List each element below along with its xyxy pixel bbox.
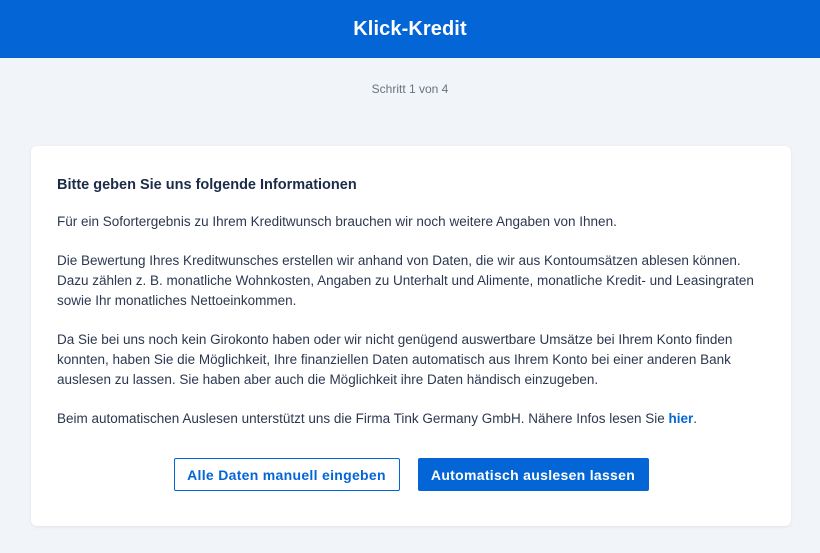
more-info-link[interactable]: hier <box>669 411 694 426</box>
app-header: Klick-Kredit <box>0 0 820 58</box>
intro-paragraph: Für ein Sofortergebnis zu Ihrem Kreditwu… <box>57 214 617 229</box>
tink-info-period: . <box>693 411 698 426</box>
card-heading: Bitte geben Sie uns folgende Information… <box>57 177 357 193</box>
manual-entry-button[interactable]: Alle Daten manuell eingeben <box>173 458 400 491</box>
tink-info-paragraph: Beim automatischen Auslesen unterstützt … <box>57 409 765 429</box>
step-indicator: Schritt 1 von 4 <box>371 82 449 96</box>
tink-info-text: Beim automatischen Auslesen unterstützt … <box>57 411 669 426</box>
evaluation-paragraph: Die Bewertung Ihres Kreditwunsches erste… <box>57 253 754 308</box>
app-title: Klick-Kredit <box>353 17 467 40</box>
info-card: Bitte geben Sie uns folgende Information… <box>31 146 791 526</box>
automatic-read-button[interactable]: Automatisch auslesen lassen <box>417 458 649 491</box>
options-paragraph: Da Sie bei uns noch kein Girokonto haben… <box>57 332 733 387</box>
action-buttons: Alle Daten manuell eingeben Automatisch … <box>31 458 791 491</box>
